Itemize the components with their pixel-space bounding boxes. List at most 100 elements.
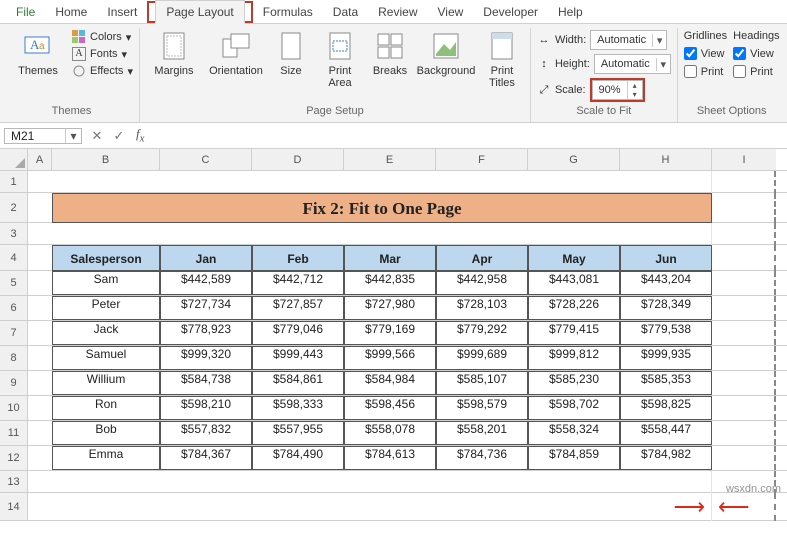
cell[interactable] [28,296,52,320]
data-cell[interactable]: $784,859 [528,446,620,470]
tab-pagelayout[interactable]: Page Layout [155,0,244,24]
cell[interactable] [28,396,52,420]
data-cell[interactable]: Willium [52,371,160,395]
scale-spinner[interactable]: 90%▴▾ [592,80,643,100]
data-cell[interactable]: Ron [52,396,160,420]
data-cell[interactable]: $728,226 [528,296,620,320]
cell[interactable] [28,493,52,521]
data-cell[interactable]: Jack [52,321,160,345]
printtitles-button[interactable]: Print Titles [480,30,524,89]
spin-up-icon[interactable]: ▴ [628,81,642,90]
checkbox[interactable] [733,47,746,60]
row-header[interactable]: 13 [0,471,28,492]
data-cell[interactable]: $443,081 [528,271,620,295]
header-cell[interactable]: Mar [344,245,436,271]
data-cell[interactable]: $784,490 [252,446,344,470]
data-cell[interactable]: $584,861 [252,371,344,395]
headings-print-check[interactable]: Print [733,65,779,78]
orientation-button[interactable]: Orientation [208,30,264,77]
cell[interactable] [712,396,776,420]
col-header[interactable]: D [252,149,344,170]
data-cell[interactable]: $598,333 [252,396,344,420]
col-header[interactable]: I [712,149,776,170]
data-cell[interactable]: $779,169 [344,321,436,345]
header-cell[interactable]: May [528,245,620,271]
cell[interactable] [28,421,52,445]
cell[interactable] [28,193,52,223]
select-all-corner[interactable] [0,149,28,170]
cell[interactable] [28,245,52,271]
cell[interactable] [712,193,776,223]
spin-down-icon[interactable]: ▾ [628,90,642,99]
row-header[interactable]: 14 [0,493,28,520]
cell[interactable] [28,171,52,195]
data-cell[interactable]: $779,046 [252,321,344,345]
data-cell[interactable]: $442,958 [436,271,528,295]
cell[interactable] [28,446,52,470]
header-cell[interactable]: Salesperson [52,245,160,271]
margins-button[interactable]: Margins [146,30,202,77]
cell[interactable] [712,245,776,271]
data-cell[interactable]: $728,349 [620,296,712,320]
title-cell[interactable]: Fix 2: Fit to One Page [52,193,712,223]
cell[interactable] [28,471,52,495]
tab-developer[interactable]: Developer [473,1,548,23]
data-cell[interactable]: $585,353 [620,371,712,395]
data-cell[interactable]: $727,734 [160,296,252,320]
cell[interactable] [712,371,776,395]
cell[interactable] [28,346,52,370]
height-combo[interactable]: Automatic▾ [594,54,671,74]
data-cell[interactable]: $999,320 [160,346,252,370]
data-cell[interactable]: $585,230 [528,371,620,395]
data-cell[interactable]: $598,456 [344,396,436,420]
data-cell[interactable]: $442,589 [160,271,252,295]
data-cell[interactable]: $727,857 [252,296,344,320]
row-header[interactable]: 10 [0,396,28,420]
data-cell[interactable]: $598,210 [160,396,252,420]
data-cell[interactable]: $558,324 [528,421,620,445]
row-header[interactable]: 1 [0,171,28,192]
checkbox[interactable] [733,65,746,78]
tab-data[interactable]: Data [323,1,368,23]
tab-help[interactable]: Help [548,1,593,23]
data-cell[interactable]: $598,579 [436,396,528,420]
data-cell[interactable]: $584,738 [160,371,252,395]
data-cell[interactable]: $442,835 [344,271,436,295]
col-header[interactable]: H [620,149,712,170]
data-cell[interactable]: Peter [52,296,160,320]
data-cell[interactable]: $999,443 [252,346,344,370]
data-cell[interactable]: $999,812 [528,346,620,370]
enter-button[interactable]: ✓ [108,128,130,144]
data-cell[interactable]: $999,689 [436,346,528,370]
data-cell[interactable]: $558,078 [344,421,436,445]
fx-icon[interactable]: fx [130,126,150,145]
data-cell[interactable]: $558,201 [436,421,528,445]
cell[interactable] [52,223,712,247]
col-header[interactable]: A [28,149,52,170]
cell[interactable] [712,421,776,445]
effects-button[interactable]: Effects ▾ [72,64,133,78]
tab-file[interactable]: File [6,1,45,23]
cell[interactable] [28,371,52,395]
row-header[interactable]: 11 [0,421,28,445]
data-cell[interactable]: $999,566 [344,346,436,370]
formula-input[interactable] [150,126,787,146]
checkbox[interactable] [684,47,697,60]
breaks-button[interactable]: Breaks [368,30,412,77]
col-header[interactable]: G [528,149,620,170]
col-header[interactable]: C [160,149,252,170]
data-cell[interactable]: Bob [52,421,160,445]
data-cell[interactable]: $585,107 [436,371,528,395]
cell[interactable] [52,171,712,195]
data-cell[interactable]: $778,923 [160,321,252,345]
cell[interactable] [712,223,776,247]
row-header[interactable]: 3 [0,223,28,244]
data-cell[interactable]: $558,447 [620,421,712,445]
col-header[interactable]: B [52,149,160,170]
tab-home[interactable]: Home [45,1,97,23]
cell[interactable] [712,171,776,195]
row-header[interactable]: 4 [0,245,28,270]
header-cell[interactable]: Apr [436,245,528,271]
cell[interactable] [712,296,776,320]
data-cell[interactable]: $779,292 [436,321,528,345]
